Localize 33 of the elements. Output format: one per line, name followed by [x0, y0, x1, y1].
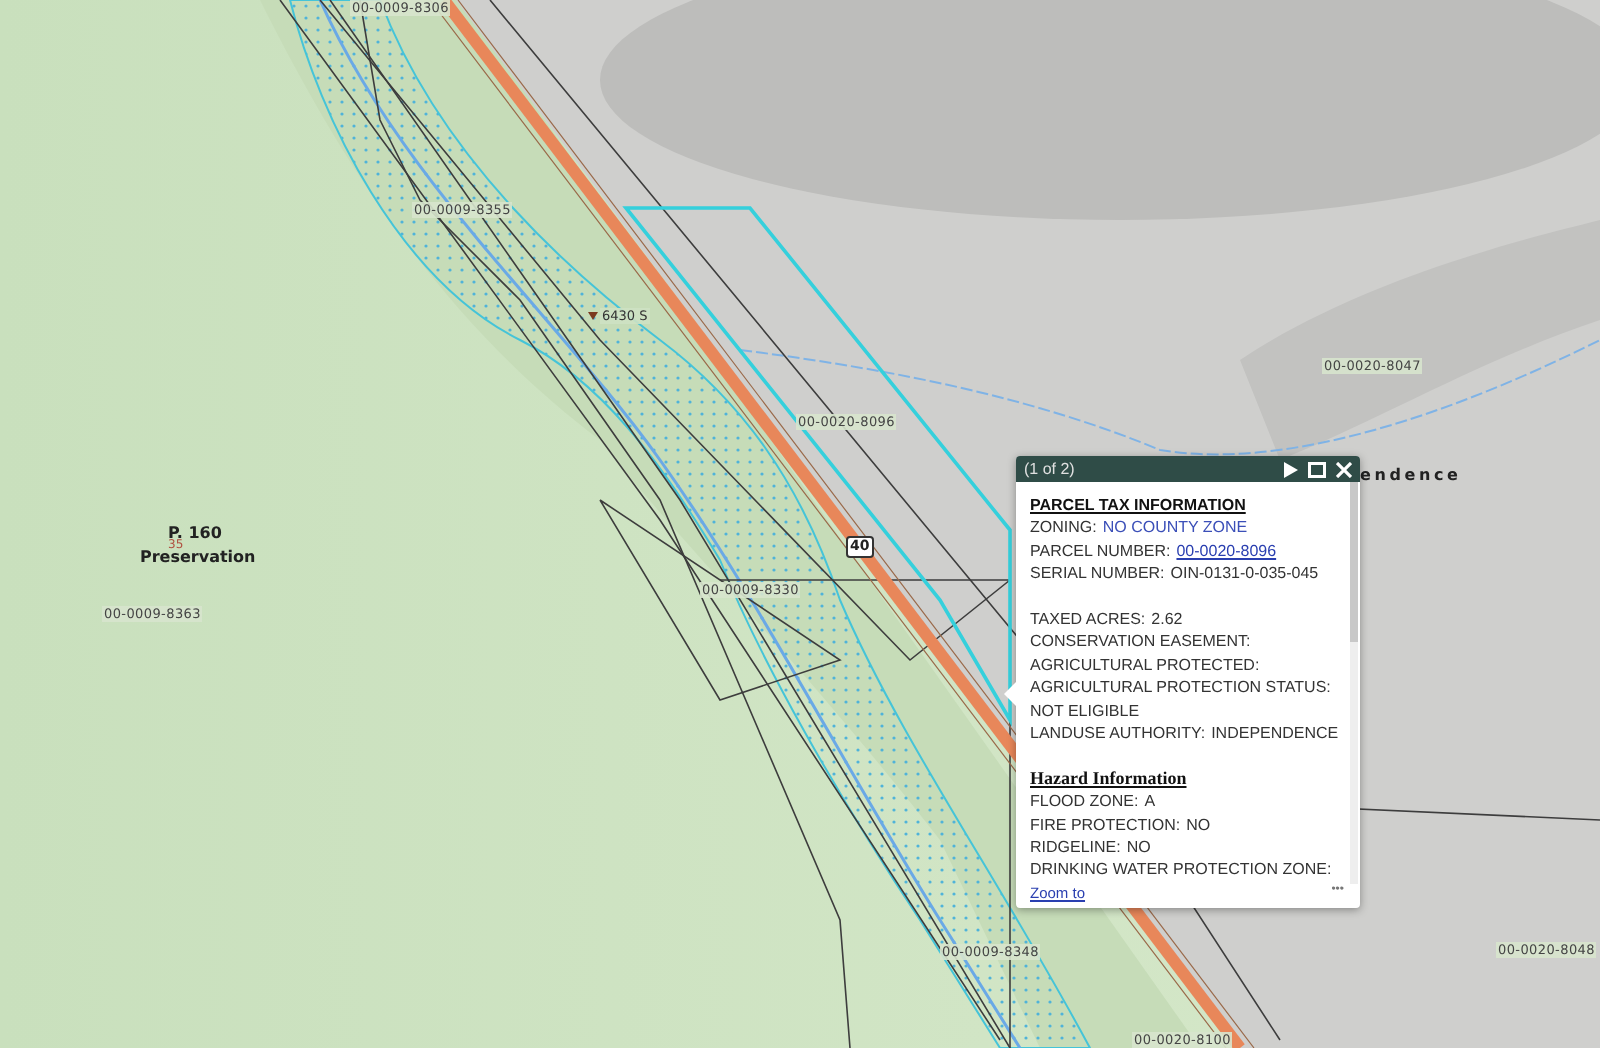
field-label: CONSERVATION EASEMENT: — [1030, 632, 1251, 651]
zone-label: Preservation — [140, 548, 256, 566]
field-value: NO — [1186, 815, 1211, 834]
map-drawing[interactable] — [0, 0, 1600, 1048]
parcel-link[interactable]: 00-0020-8096 — [1176, 541, 1277, 560]
field-label: FLOOD ZONE: — [1030, 792, 1139, 811]
field-label: LANDUSE AUTHORITY: — [1030, 724, 1206, 743]
field-value: 2.62 — [1151, 610, 1183, 629]
field-label: FIRE PROTECTION: — [1030, 815, 1181, 834]
field-label: TAXED ACRES: — [1030, 610, 1146, 629]
field-label: RIDGELINE: — [1030, 838, 1121, 857]
field-value: INDEPENDENCE — [1211, 724, 1339, 743]
marker-icon — [588, 312, 598, 320]
field-label: DRINKING WATER PROTECTION ZONE: — [1030, 860, 1332, 879]
field-value: NOT ELIGIBLE — [1030, 699, 1142, 723]
field-label: AGRICULTURAL PROTECTION STATUS: — [1030, 678, 1331, 697]
section-heading: PARCEL TAX INFORMATION — [1030, 494, 1248, 517]
maximize-icon[interactable] — [1308, 461, 1326, 477]
field-value: A — [1144, 792, 1156, 811]
section-heading: Hazard Information — [1030, 767, 1189, 791]
field-value: NO — [1126, 838, 1151, 857]
place-label: endence — [1360, 466, 1462, 484]
field-label: ZONING: — [1030, 518, 1097, 537]
close-icon[interactable] — [1336, 461, 1352, 477]
scrollbar[interactable] — [1350, 482, 1358, 884]
field-value: OIN-0131-0-035-045 — [1170, 564, 1319, 583]
next-icon[interactable] — [1284, 461, 1298, 477]
field-value: NO COUNTY ZONE — [1102, 518, 1248, 537]
field-label: PARCEL NUMBER: — [1030, 541, 1171, 560]
field-label: SERIAL NUMBER: — [1030, 564, 1165, 583]
zone-label: P. 160 — [168, 524, 222, 542]
field-label: AGRICULTURAL PROTECTED: — [1030, 655, 1260, 674]
popup-counter: (1 of 2) — [1024, 460, 1077, 478]
